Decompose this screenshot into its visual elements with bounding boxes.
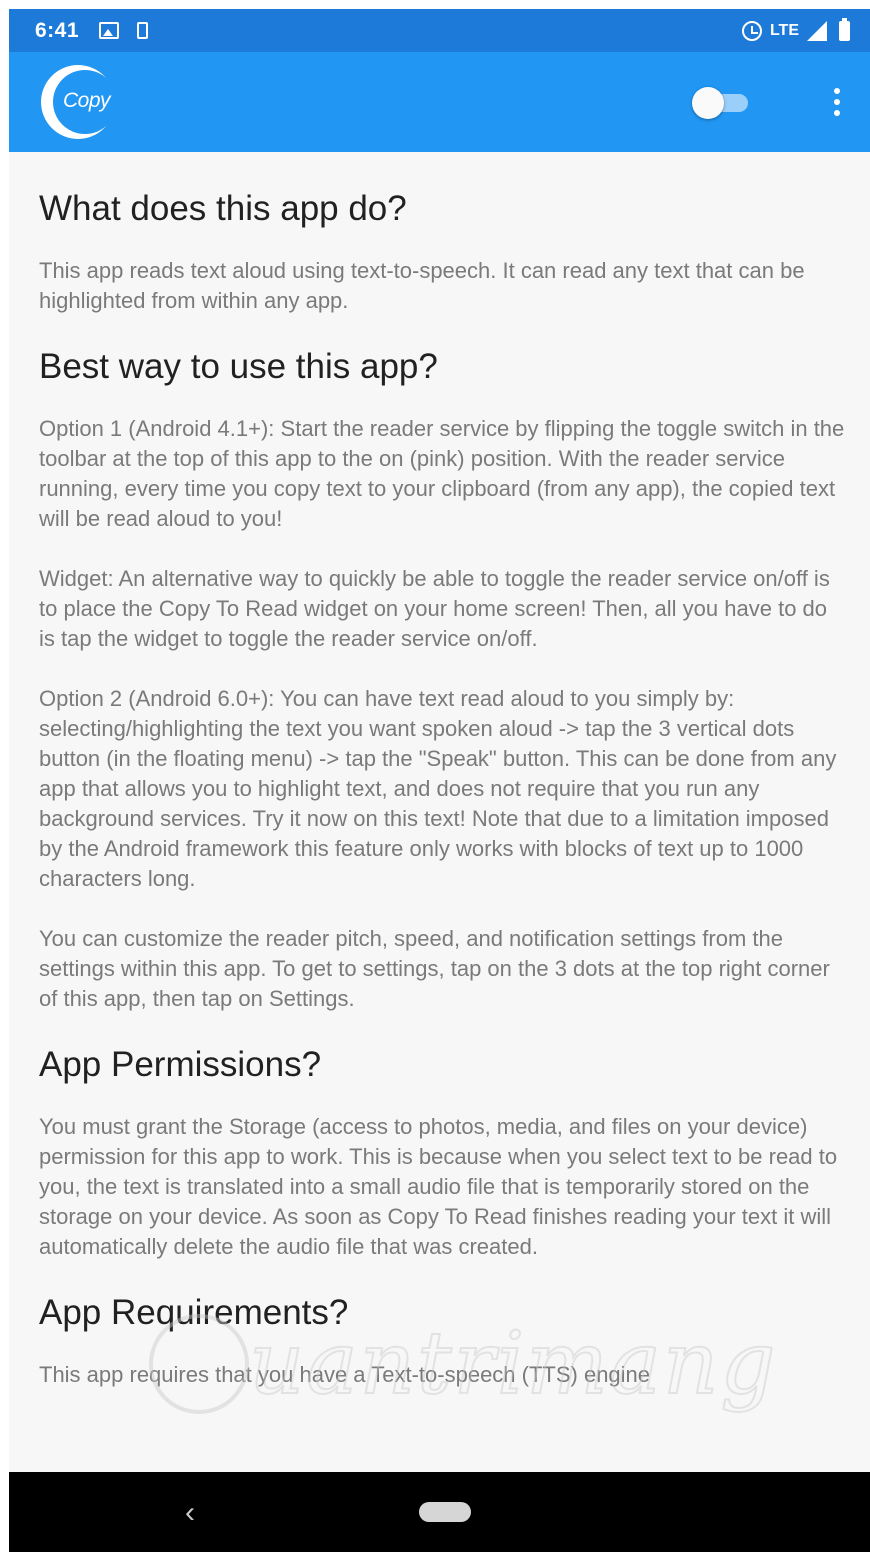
status-right-icons: LTE (741, 17, 850, 41)
toggle-thumb[interactable] (692, 87, 724, 119)
overflow-menu-icon[interactable] (826, 84, 848, 120)
image-icon (99, 22, 120, 39)
back-icon[interactable]: ‹ (185, 1498, 195, 1528)
help-content[interactable]: What does this app do? This app reads te… (9, 152, 870, 1472)
menu-dot (834, 99, 840, 105)
menu-dot (834, 110, 840, 116)
battery-icon (839, 17, 850, 41)
menu-dot (834, 88, 840, 94)
section-paragraph: Widget: An alternative way to quickly be… (39, 566, 830, 651)
section-heading: App Requirements? (39, 1293, 349, 1332)
phone-icon (137, 22, 149, 39)
network-type: LTE (769, 21, 799, 39)
app-logo: Copy (41, 65, 117, 139)
status-left-icons (99, 22, 149, 39)
home-pill-icon[interactable] (419, 1502, 471, 1522)
logo-text: Copy (63, 89, 111, 112)
section-heading: What does this app do? (39, 189, 407, 228)
app-toolbar: Copy (9, 52, 870, 152)
section-paragraph: Option 2 (Android 6.0+): You can have te… (39, 686, 837, 891)
phone-screen: 6:41 LTE Copy What does this app do? Thi… (9, 9, 870, 1552)
reader-service-toggle[interactable] (692, 87, 750, 119)
status-time: 6:41 (35, 18, 80, 42)
section-paragraph: You must grant the Storage (access to ph… (39, 1114, 838, 1259)
section-heading: Best way to use this app? (39, 347, 438, 386)
status-bar: 6:41 LTE (9, 9, 870, 52)
navigation-bar: ‹ (9, 1472, 870, 1552)
section-paragraph: Option 1 (Android 4.1+): Start the reade… (39, 416, 845, 531)
alarm-icon (741, 20, 762, 41)
toolbar-actions (692, 84, 848, 120)
signal-icon (807, 20, 827, 41)
section-paragraph: This app reads text aloud using text-to-… (39, 258, 805, 313)
section-heading: App Permissions? (39, 1045, 322, 1084)
section-paragraph: This app requires that you have a Text-t… (39, 1362, 651, 1387)
section-paragraph: You can customize the reader pitch, spee… (39, 926, 830, 1011)
